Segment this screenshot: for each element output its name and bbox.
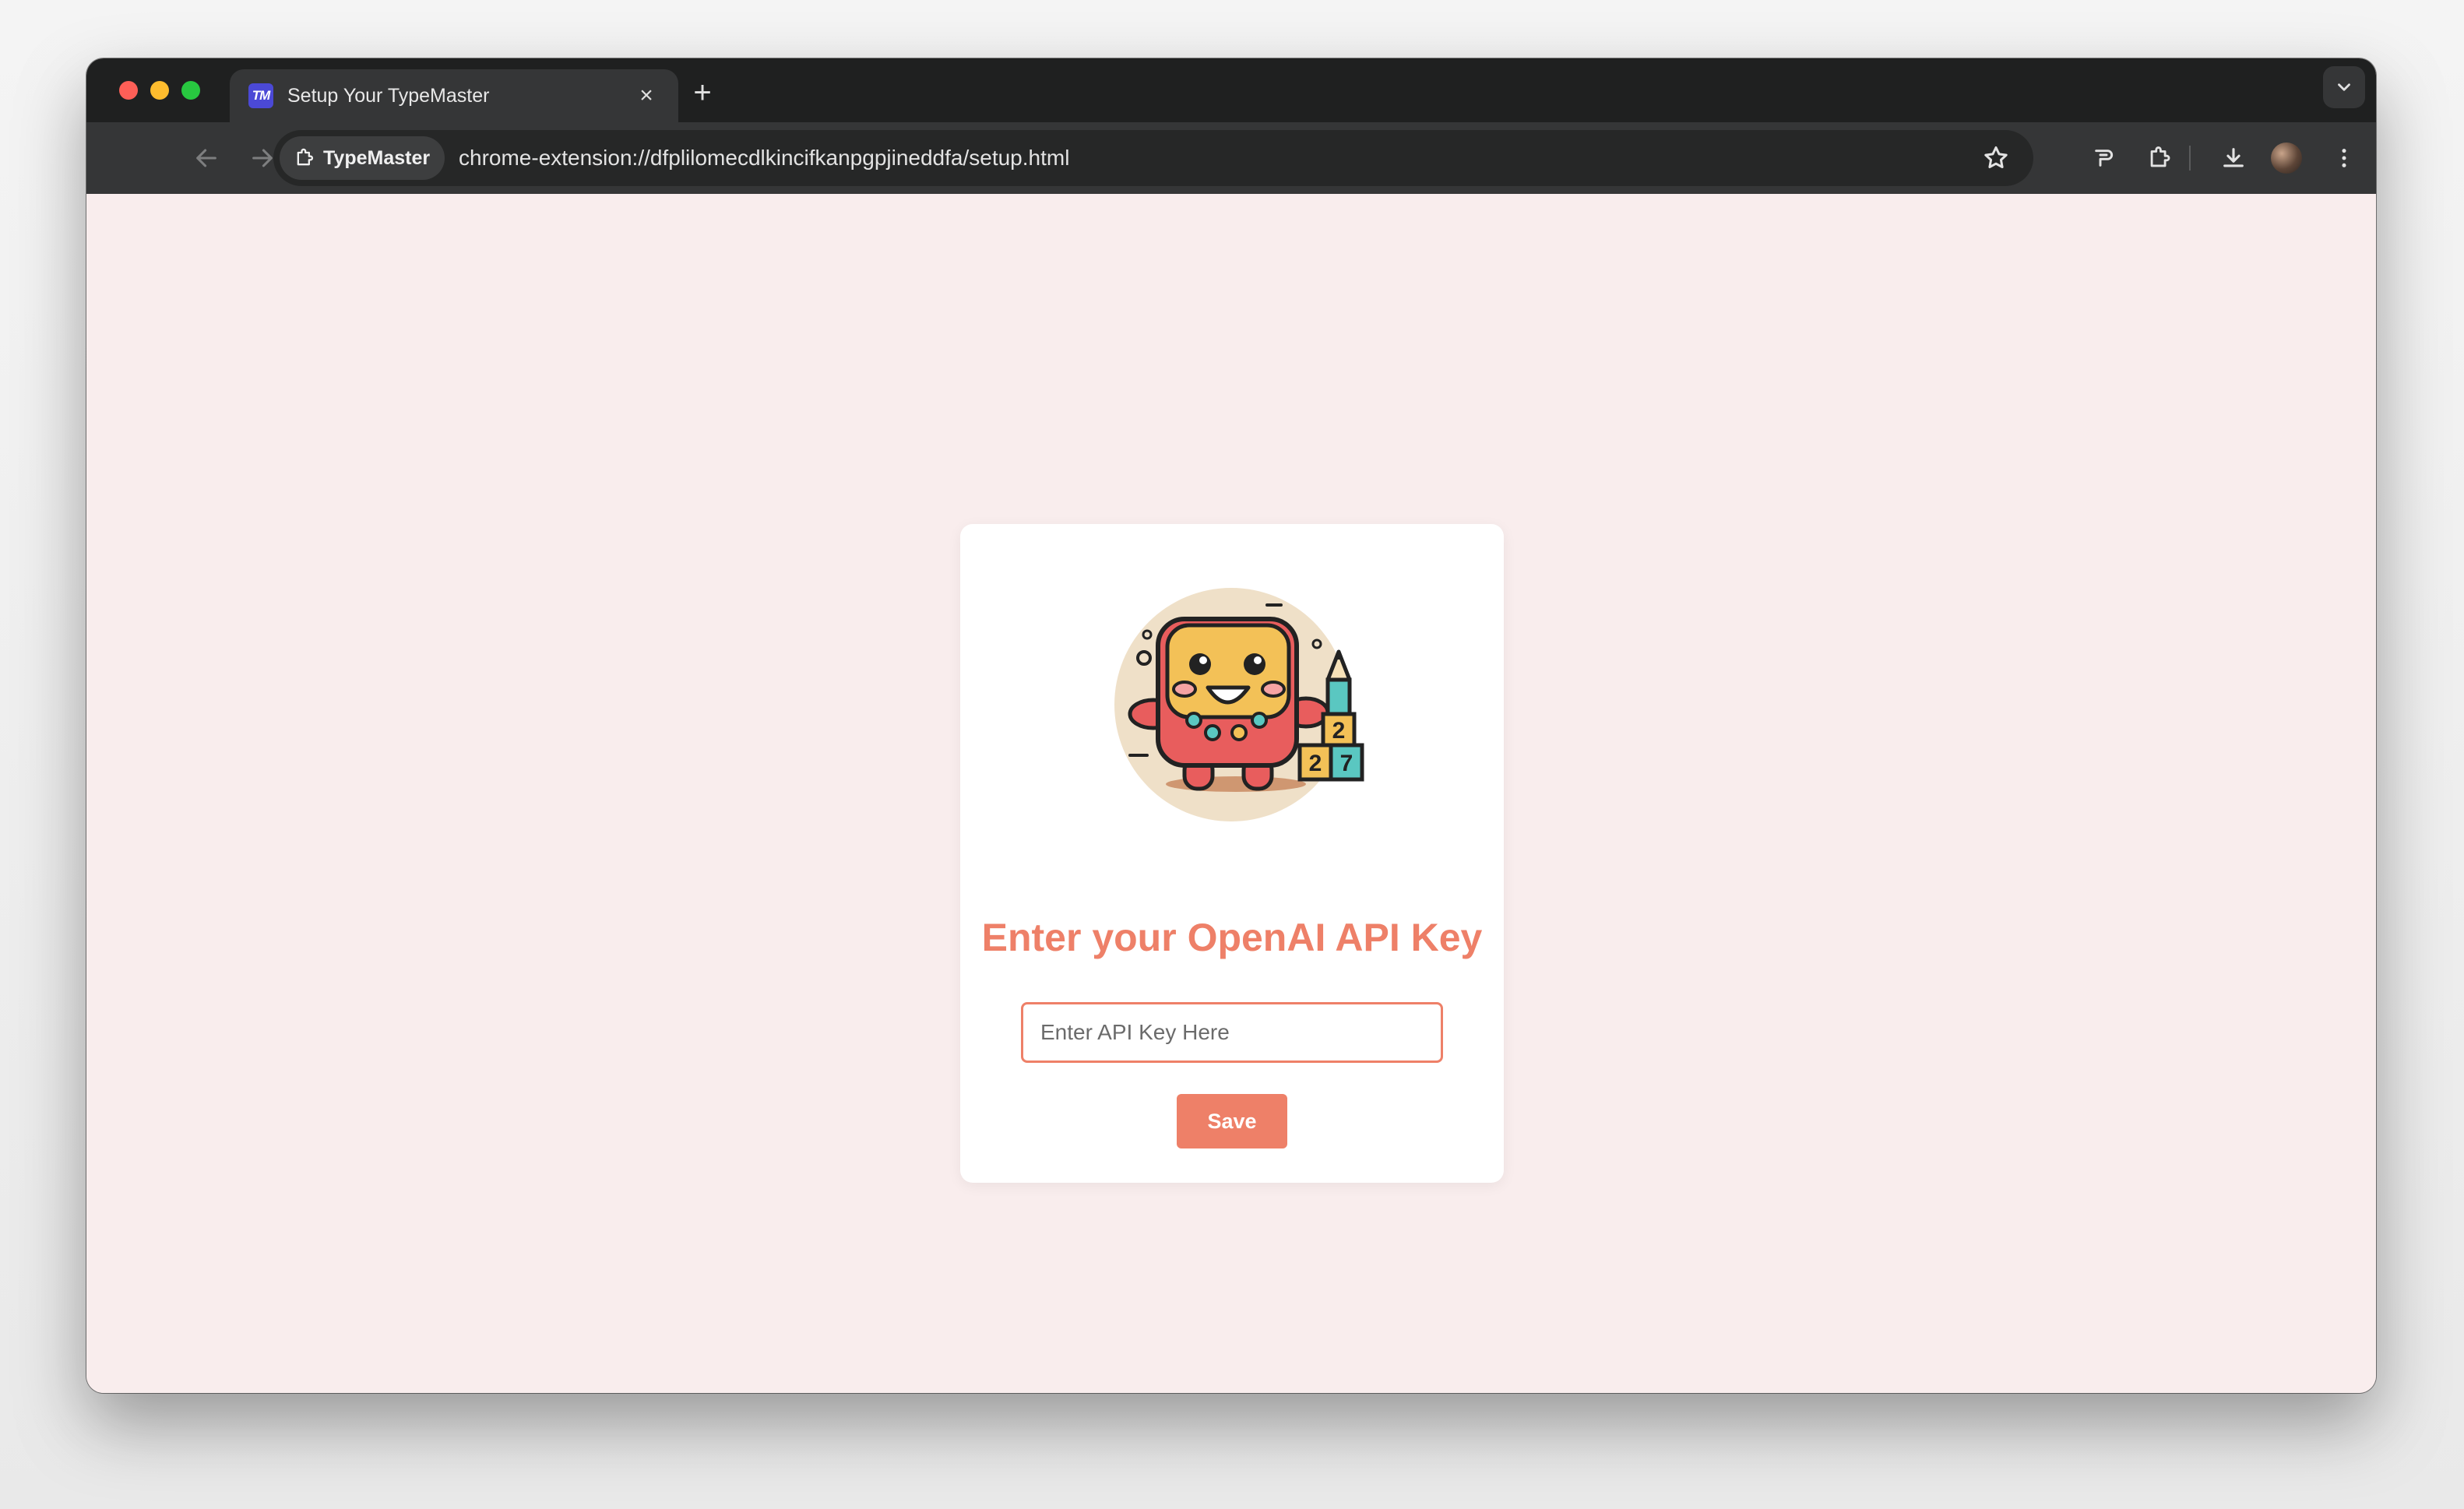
- extensions-puzzle-icon: [2150, 146, 2170, 167]
- downloads-button[interactable]: [2216, 141, 2251, 175]
- svg-text:2: 2: [1309, 751, 1322, 776]
- maximize-window-button[interactable]: [181, 81, 200, 100]
- site-info-chip[interactable]: TypeMaster: [280, 136, 445, 180]
- back-icon: [196, 149, 216, 167]
- address-bar[interactable]: TypeMaster chrome-extension://dfplilomec…: [273, 130, 2033, 186]
- more-menu-button[interactable]: [2327, 141, 2361, 175]
- toolbar-divider: [2189, 146, 2191, 171]
- extensions-button[interactable]: [2142, 141, 2177, 175]
- profile-avatar[interactable]: [2271, 142, 2302, 174]
- api-key-input[interactable]: [1021, 1002, 1443, 1063]
- minimize-window-button[interactable]: [150, 81, 169, 100]
- chevron-down-icon: [2338, 83, 2350, 91]
- site-chip-label: TypeMaster: [323, 146, 431, 169]
- window-controls: [119, 81, 200, 100]
- svg-text:2: 2: [1332, 718, 1346, 744]
- url-text[interactable]: chrome-extension://dfplilomecdlkincifkan…: [459, 130, 1069, 186]
- typemaster-mascot-illustration: 2 2 7: [1114, 588, 1364, 821]
- tab-search-button[interactable]: [2323, 66, 2365, 108]
- tab-title: Setup Your TypeMaster: [287, 84, 490, 107]
- more-menu-icon: [2342, 149, 2346, 167]
- setup-card: 2 2 7 Enter your OpenAI API Key Save: [960, 524, 1504, 1183]
- star-icon[interactable]: [1982, 144, 2010, 172]
- download-icon: [2223, 148, 2244, 167]
- browser-window: TM Setup Your TypeMaster × + TypeMaster …: [86, 58, 2376, 1393]
- setup-page: 2 2 7 Enter your OpenAI API Key Save: [86, 194, 2376, 1393]
- browser-toolbar: TypeMaster chrome-extension://dfplilomec…: [86, 122, 2376, 194]
- typemaster-favicon-icon: TM: [248, 83, 273, 108]
- new-tab-button[interactable]: +: [686, 77, 719, 110]
- save-button[interactable]: Save: [1177, 1094, 1287, 1148]
- reading-mode-icon: [2095, 149, 2114, 167]
- close-window-button[interactable]: [119, 81, 138, 100]
- back-button[interactable]: [188, 139, 225, 177]
- reading-mode-button[interactable]: [2086, 141, 2121, 175]
- tab-setup[interactable]: TM Setup Your TypeMaster ×: [230, 69, 678, 122]
- tab-close-icon[interactable]: ×: [633, 83, 660, 109]
- svg-text:7: 7: [1340, 751, 1353, 776]
- extension-icon: [297, 148, 314, 166]
- forward-icon: [252, 149, 273, 167]
- page-title: Enter your OpenAI API Key: [981, 916, 1483, 959]
- tab-strip: TM Setup Your TypeMaster × +: [86, 58, 2376, 122]
